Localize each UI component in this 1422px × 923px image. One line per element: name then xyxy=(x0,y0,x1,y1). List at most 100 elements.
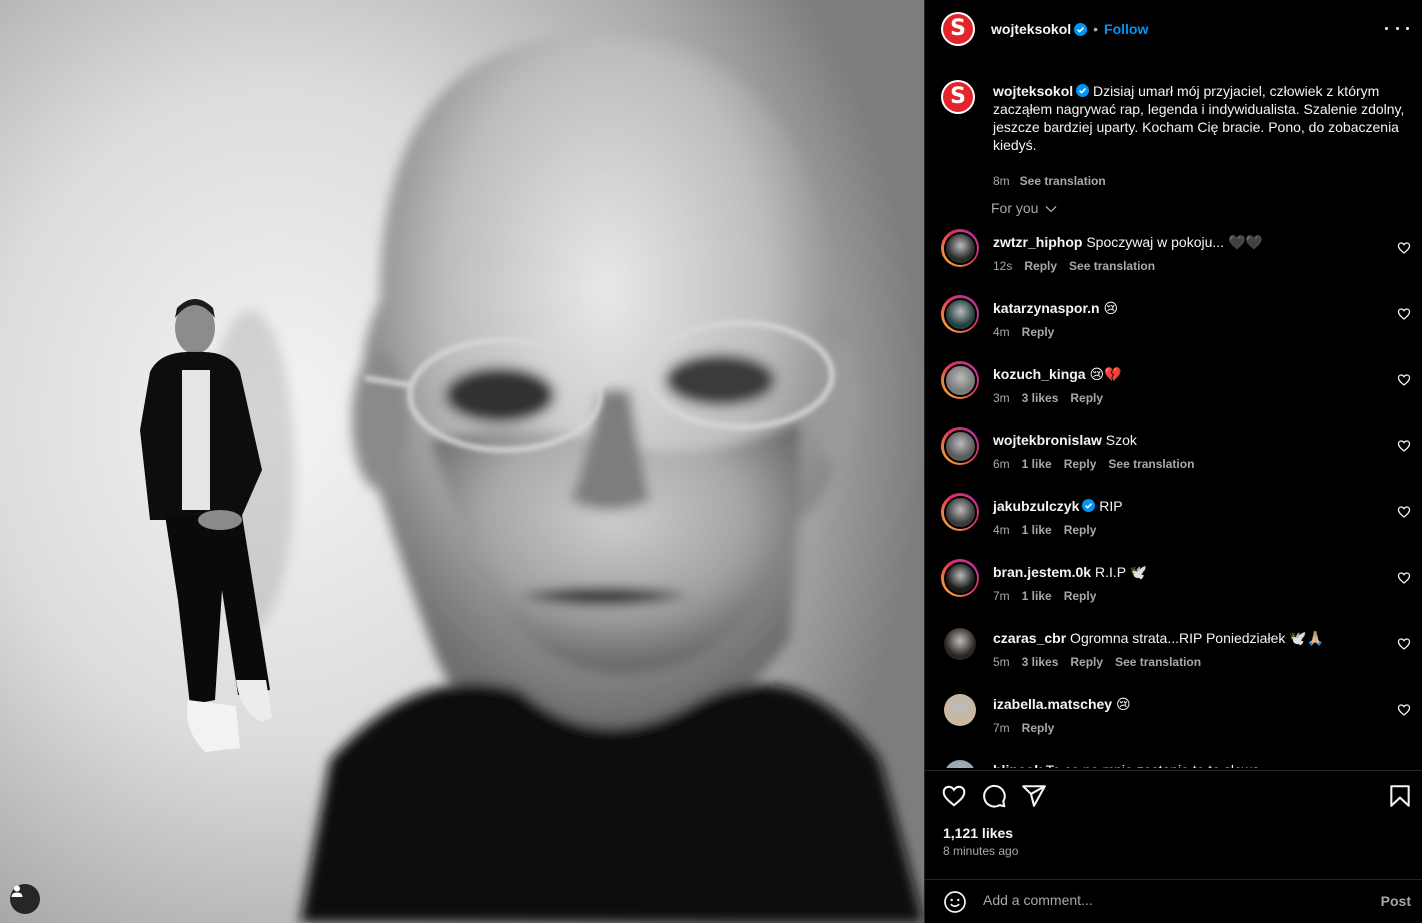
comment-text: To co po mnie zostanie to te słowa xyxy=(1042,762,1260,768)
author-avatar[interactable]: S xyxy=(941,12,975,46)
commenter-username[interactable]: bran.jestem.0k xyxy=(993,564,1091,580)
comment-like-heart-icon[interactable] xyxy=(1397,373,1411,387)
comment-like-heart-icon[interactable] xyxy=(1397,307,1411,321)
commenter-avatar[interactable] xyxy=(941,691,979,729)
separator-dot: • xyxy=(1093,21,1099,37)
comment-time: 6m xyxy=(993,457,1010,471)
comment-meta: 5m 3 likes Reply See translation xyxy=(993,655,1213,669)
comment-item: czaras_cbr Ogromna strata...RIP Poniedzi… xyxy=(941,625,1411,685)
comment-text-block: izabella.matschey 😢 xyxy=(993,695,1373,713)
commenter-avatar[interactable] xyxy=(941,295,979,333)
comment-time: 4m xyxy=(993,325,1010,339)
comment-time: 7m xyxy=(993,721,1010,735)
comment-text-block: czaras_cbr Ogromna strata...RIP Poniedzi… xyxy=(993,629,1373,647)
comment-text-block: blincok To co po mnie zostanie to te sło… xyxy=(993,761,1373,768)
commenter-avatar[interactable] xyxy=(941,757,979,768)
comment-text: Spoczywaj w pokoju... 🖤🖤 xyxy=(1082,234,1263,250)
reply-link[interactable]: Reply xyxy=(1070,391,1103,405)
caption-username[interactable]: wojteksokol xyxy=(993,83,1073,99)
reply-link[interactable]: Reply xyxy=(1024,259,1057,273)
comment-meta: 12s Reply See translation xyxy=(993,259,1167,273)
comment-meta: 7m 1 like Reply xyxy=(993,589,1108,603)
comment-item: izabella.matschey 😢 7m Reply xyxy=(941,691,1411,751)
commenter-username[interactable]: blincok xyxy=(993,762,1042,768)
comment-item: blincok To co po mnie zostanie to te sło… xyxy=(941,757,1411,768)
comment-like-heart-icon[interactable] xyxy=(1397,703,1411,717)
comment-time: 3m xyxy=(993,391,1010,405)
verified-icon xyxy=(1076,84,1090,97)
see-translation-link[interactable]: See translation xyxy=(1020,174,1106,188)
commenter-username[interactable]: izabella.matschey xyxy=(993,696,1112,712)
commenter-username[interactable]: katarzynaspor.n xyxy=(993,300,1100,316)
verified-icon xyxy=(1082,499,1096,512)
see-translation-link[interactable]: See translation xyxy=(1108,457,1194,471)
comment-likes[interactable]: 1 like xyxy=(1022,457,1052,471)
avatar-letter: S xyxy=(950,16,966,41)
post-actions: 1,121 likes 8 minutes ago Post xyxy=(925,770,1422,923)
comment-like-heart-icon[interactable] xyxy=(1397,571,1411,585)
comment-text: Ogromna strata...RIP Poniedziałek 🕊️🙏🏼 xyxy=(1066,630,1325,646)
comment-item: zwtzr_hiphop Spoczywaj w pokoju... 🖤🖤 12s… xyxy=(941,229,1411,289)
avatar-letter: S xyxy=(950,84,966,109)
tag-user-button[interactable] xyxy=(10,884,40,914)
comment-text: Szok xyxy=(1101,432,1137,448)
author-username[interactable]: wojteksokol xyxy=(991,21,1071,37)
comment-text: 😢 xyxy=(1099,300,1119,316)
comment-like-heart-icon[interactable] xyxy=(1397,505,1411,519)
reply-link[interactable]: Reply xyxy=(1064,523,1097,537)
comment-icon[interactable] xyxy=(981,783,1007,809)
posted-time: 8 minutes ago xyxy=(943,844,1019,858)
comment-sort-dropdown[interactable]: For you xyxy=(991,200,1057,216)
commenter-avatar[interactable] xyxy=(941,559,979,597)
more-options-icon[interactable] xyxy=(1385,18,1409,38)
likes-count[interactable]: 1,121 likes xyxy=(943,825,1013,841)
comment-time: 5m xyxy=(993,655,1010,669)
comment-like-heart-icon[interactable] xyxy=(1397,637,1411,651)
commenter-username[interactable]: kozuch_kinga xyxy=(993,366,1086,382)
comment-like-heart-icon[interactable] xyxy=(1397,241,1411,255)
caption-author-avatar[interactable]: S xyxy=(941,80,975,114)
reply-link[interactable]: Reply xyxy=(1070,655,1103,669)
comment-meta: 4m 1 like Reply xyxy=(993,523,1108,537)
share-icon[interactable] xyxy=(1021,783,1047,809)
commenter-avatar[interactable] xyxy=(941,361,979,399)
commenter-avatar[interactable] xyxy=(941,493,979,531)
emoji-icon[interactable] xyxy=(943,890,967,914)
commenter-username[interactable]: czaras_cbr xyxy=(993,630,1066,646)
comment-text: 😢 xyxy=(1112,696,1131,712)
commenter-username[interactable]: zwtzr_hiphop xyxy=(993,234,1082,250)
see-translation-link[interactable]: See translation xyxy=(1069,259,1155,273)
add-comment-input[interactable] xyxy=(983,892,1363,908)
bookmark-icon[interactable] xyxy=(1387,783,1413,809)
chevron-down-icon xyxy=(1045,206,1057,213)
heart-icon[interactable] xyxy=(941,783,967,809)
post-photo[interactable] xyxy=(0,0,924,923)
reply-link[interactable]: Reply xyxy=(1022,721,1055,735)
sort-label: For you xyxy=(991,200,1039,216)
post-header: S wojteksokol • Follow xyxy=(925,0,1422,58)
comment-item: bran.jestem.0k R.I.P 🕊️ 7m 1 like Reply xyxy=(941,559,1411,619)
reply-link[interactable]: Reply xyxy=(1022,325,1055,339)
commenter-avatar[interactable] xyxy=(941,229,979,267)
comment-likes[interactable]: 1 like xyxy=(1022,589,1052,603)
comments-scroll[interactable]: S wojteksokol Dzisiaj umarł mój przyjaci… xyxy=(925,68,1422,768)
comment-meta: 3m 3 likes Reply xyxy=(993,391,1115,405)
see-translation-link[interactable]: See translation xyxy=(1115,655,1201,669)
comment-likes[interactable]: 3 likes xyxy=(1022,655,1059,669)
commenter-username[interactable]: jakubzulczyk xyxy=(993,498,1079,514)
caption-text-block: wojteksokol Dzisiaj umarł mój przyjaciel… xyxy=(993,82,1407,154)
comment-likes[interactable]: 1 like xyxy=(1022,523,1052,537)
commenter-avatar[interactable] xyxy=(941,625,979,663)
commenter-avatar[interactable] xyxy=(941,427,979,465)
reply-link[interactable]: Reply xyxy=(1064,589,1097,603)
comment-likes[interactable]: 3 likes xyxy=(1022,391,1059,405)
comment-meta: 4m Reply xyxy=(993,325,1066,339)
commenter-username[interactable]: wojtekbronislaw xyxy=(993,432,1102,448)
comment-like-heart-icon[interactable] xyxy=(1397,439,1411,453)
comment-text: 😢💔 xyxy=(1085,366,1122,382)
post-comment-button[interactable]: Post xyxy=(1381,893,1411,909)
verified-icon xyxy=(1074,22,1088,36)
comment-meta: 6m 1 like Reply See translation xyxy=(993,457,1206,471)
reply-link[interactable]: Reply xyxy=(1064,457,1097,471)
follow-button[interactable]: Follow xyxy=(1104,21,1148,37)
